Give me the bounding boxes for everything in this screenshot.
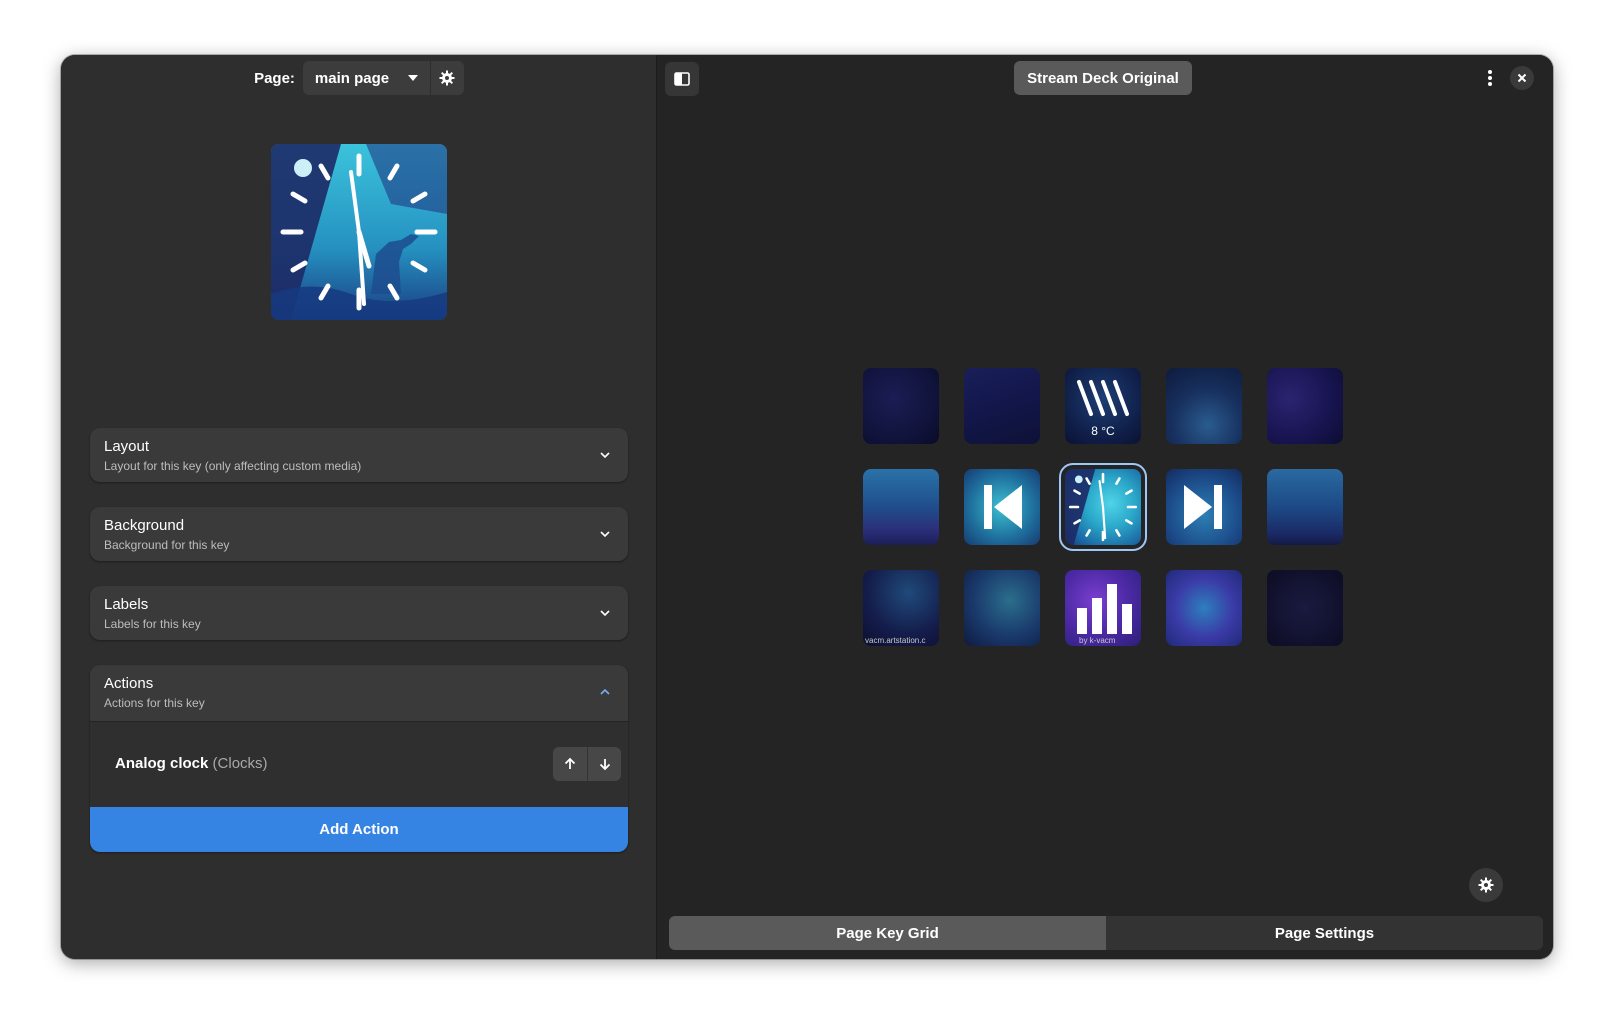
key-0-2[interactable]: 8 °C — [1065, 368, 1141, 444]
labels-expander-header[interactable]: Labels Labels for this key — [90, 586, 628, 640]
action-category: (Clocks) — [212, 755, 268, 772]
key-grid: 8 °C vacm.artstation.c by k-vacm — [863, 368, 1353, 658]
chevron-up-icon — [600, 688, 610, 695]
chevron-down-icon — [600, 452, 610, 459]
move-up-button[interactable] — [553, 747, 587, 781]
key-2-2[interactable]: by k-vacm — [1065, 570, 1141, 646]
analog-clock-icon — [1065, 469, 1138, 545]
layout-subtitle: Layout for this key (only affecting cust… — [104, 459, 362, 473]
key-1-1[interactable] — [964, 469, 1040, 545]
deck-selector[interactable]: Stream Deck Original — [1014, 61, 1192, 95]
sidebar-toggle-button[interactable] — [665, 62, 699, 96]
view-switcher: Page Key Grid Page Settings — [669, 916, 1543, 950]
key-1-4[interactable] — [1267, 469, 1343, 545]
labels-title: Labels — [104, 596, 149, 613]
weather-label: 8 °C — [1091, 424, 1115, 438]
background-expander[interactable]: Background Background for this key — [90, 507, 628, 561]
tab-page-key-grid[interactable]: Page Key Grid — [669, 916, 1106, 950]
previous-track-icon — [984, 485, 1022, 529]
key-preview — [271, 144, 447, 320]
action-label: Analog clock (Clocks) — [115, 755, 268, 772]
add-action-button[interactable]: Add Action — [90, 807, 628, 852]
page-selector: main page — [302, 61, 464, 95]
labels-subtitle: Labels for this key — [104, 617, 201, 631]
key-2-4[interactable] — [1267, 570, 1343, 646]
main-area: Stream Deck Original 8 °C vacm.artstatio… — [658, 55, 1553, 959]
actions-title: Actions — [104, 675, 154, 692]
key-0-0[interactable] — [863, 368, 939, 444]
action-move-buttons — [553, 747, 621, 781]
page-selector-row: Page: main page — [61, 61, 657, 95]
artist-credit-text: vacm.artstation.c — [865, 636, 926, 645]
arrow-down-icon — [599, 759, 610, 771]
analog-clock-icon — [271, 144, 447, 320]
background-subtitle: Background for this key — [104, 538, 230, 552]
key-2-0[interactable]: vacm.artstation.c — [863, 570, 939, 646]
actions-subtitle: Actions for this key — [104, 696, 205, 710]
background-title: Background — [104, 517, 185, 534]
layout-expander[interactable]: Layout Layout for this key (only affecti… — [90, 428, 628, 482]
main-menu-button[interactable] — [1477, 65, 1503, 91]
page-dropdown[interactable]: main page — [302, 61, 430, 95]
next-track-icon — [1184, 485, 1222, 529]
sidebar-toggle-icon — [674, 72, 690, 86]
move-down-button[interactable] — [587, 747, 621, 781]
close-button[interactable] — [1510, 66, 1534, 90]
key-0-3[interactable] — [1166, 368, 1242, 444]
kebab-menu-icon — [1488, 70, 1492, 86]
key-2-1[interactable] — [964, 570, 1040, 646]
page-label: Page: — [254, 69, 295, 87]
key-1-2-selected[interactable] — [1059, 463, 1147, 551]
deck-settings-button[interactable] — [1469, 868, 1503, 902]
key-config-sidebar: Page: main page Layout Layout for this k… — [61, 55, 657, 959]
layout-expander-header[interactable]: Layout Layout for this key (only affecti… — [90, 428, 628, 482]
action-row[interactable]: Analog clock (Clocks) — [90, 721, 628, 807]
key-1-3[interactable] — [1166, 469, 1242, 545]
key-0-1[interactable] — [964, 368, 1040, 444]
gear-icon — [1478, 877, 1494, 893]
chevron-down-icon — [600, 610, 610, 617]
dropdown-arrow-icon — [407, 75, 418, 81]
labels-expander[interactable]: Labels Labels for this key — [90, 586, 628, 640]
close-icon — [1517, 73, 1527, 83]
actions-expander: Actions Actions for this key Analog cloc… — [90, 665, 628, 852]
gear-icon — [439, 70, 455, 86]
volume-bars-icon — [1077, 584, 1132, 634]
actions-expander-header[interactable]: Actions Actions for this key — [90, 665, 628, 719]
background-expander-header[interactable]: Background Background for this key — [90, 507, 628, 561]
tab-page-settings[interactable]: Page Settings — [1106, 916, 1543, 950]
artist-credit-text: by k-vacm — [1079, 636, 1116, 645]
page-dropdown-value: main page — [314, 69, 390, 87]
page-settings-button[interactable] — [429, 61, 464, 95]
key-1-0[interactable] — [863, 469, 939, 545]
action-name: Analog clock — [115, 755, 209, 772]
key-0-4[interactable] — [1267, 368, 1343, 444]
chevron-down-icon — [600, 531, 610, 538]
app-window: Page: main page Layout Layout for this k… — [61, 55, 1553, 959]
layout-title: Layout — [104, 438, 150, 455]
arrow-up-icon — [564, 757, 576, 769]
key-2-3[interactable] — [1166, 570, 1242, 646]
